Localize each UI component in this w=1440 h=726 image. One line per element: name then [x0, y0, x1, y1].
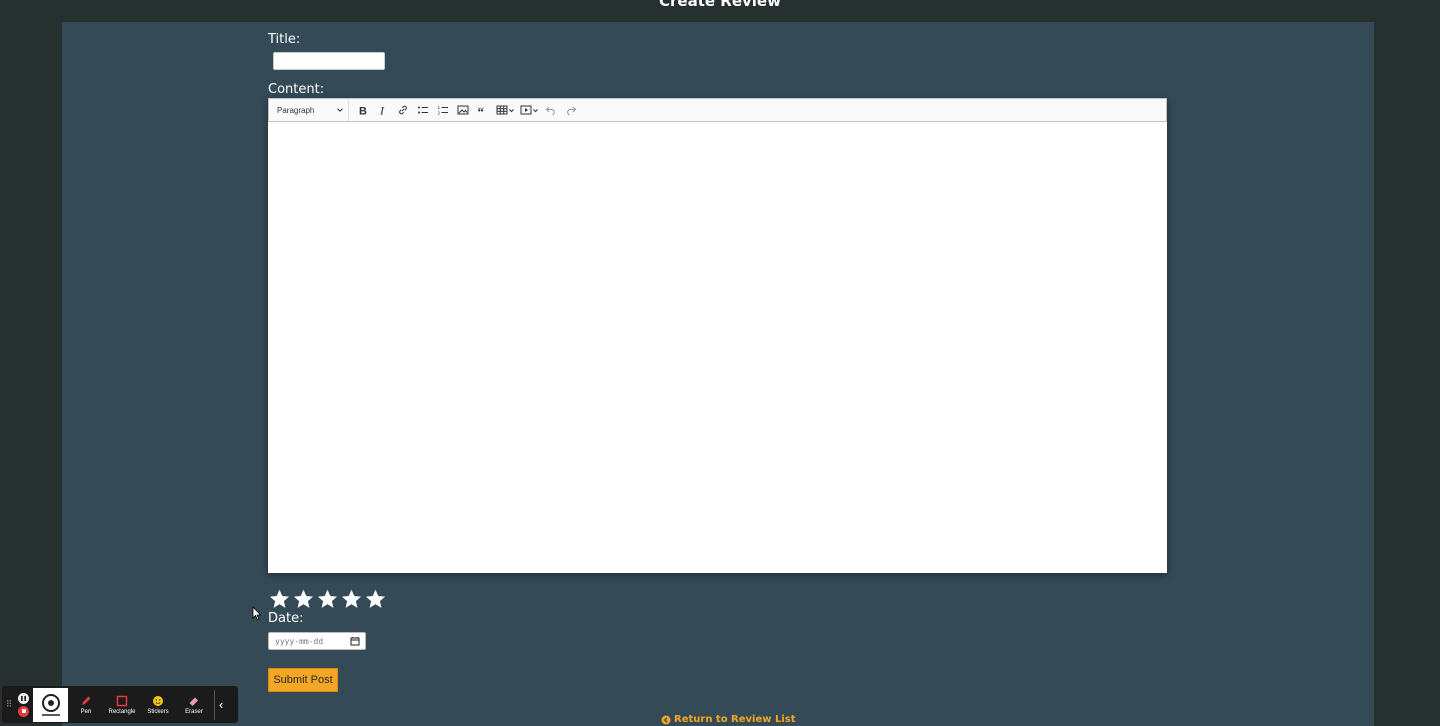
star-3[interactable] [316, 588, 339, 611]
rectangle-label: Rectangle [108, 708, 136, 715]
eraser-tool[interactable]: Eraser [176, 695, 212, 715]
heading-select[interactable]: Paragraph [269, 99, 349, 121]
redo-button[interactable] [561, 100, 581, 120]
editor-toolbar: Paragraph B I 12 “ [268, 98, 1167, 122]
stickers-label: Stickers [147, 708, 169, 715]
star-icon [269, 589, 290, 608]
blockquote-icon: “ [478, 104, 485, 116]
return-link-label: Return to Review List [674, 714, 796, 725]
media-icon [520, 105, 531, 115]
star-icon [341, 589, 362, 608]
webcam-preview-icon [41, 693, 60, 716]
sticker-icon [153, 695, 163, 706]
numbered-list-icon: 12 [438, 105, 448, 116]
pause-icon[interactable] [18, 692, 29, 704]
link-icon [399, 105, 407, 115]
chevron-down-icon [337, 108, 343, 112]
content-label: Content: [268, 82, 325, 97]
undo-icon [545, 106, 555, 116]
image-icon [457, 105, 469, 115]
undo-button[interactable] [541, 100, 561, 120]
bold-icon: B [359, 106, 367, 117]
date-input[interactable]: yyyy-mm-dd [268, 632, 366, 650]
arrow-left-circle-icon [661, 715, 671, 724]
bulleted-list-icon [418, 106, 428, 114]
calendar-icon[interactable] [350, 636, 360, 646]
star-icon [293, 589, 314, 608]
recording-controls [18, 692, 29, 717]
svg-text:1: 1 [438, 105, 441, 110]
star-1[interactable] [268, 588, 291, 611]
media-button[interactable] [517, 100, 541, 120]
star-4[interactable] [340, 588, 363, 611]
redo-icon [567, 106, 577, 116]
star-2[interactable] [292, 588, 315, 611]
pen-tool[interactable]: Pen [68, 695, 104, 715]
rectangle-icon [116, 695, 128, 706]
svg-text:“: “ [478, 104, 485, 116]
table-button[interactable] [493, 100, 517, 120]
numbered-list-button[interactable]: 12 [433, 100, 453, 120]
toolbar-divider [214, 689, 215, 720]
pen-label: Pen [80, 708, 92, 715]
drag-handle-icon[interactable]: ⠿ [4, 699, 14, 710]
italic-icon: I [379, 104, 385, 116]
star-rating [268, 588, 387, 611]
title-label: Title: [268, 32, 301, 47]
eraser-label: Eraser [185, 708, 203, 715]
submit-post-button[interactable]: Submit Post [268, 668, 338, 692]
star-icon [365, 589, 386, 608]
pen-icon [82, 696, 91, 705]
rectangle-tool[interactable]: Rectangle [104, 695, 140, 715]
bold-button[interactable]: B [353, 100, 373, 120]
stop-icon[interactable] [18, 705, 29, 717]
svg-text:I: I [379, 104, 385, 116]
blockquote-button[interactable]: “ [473, 100, 493, 120]
date-placeholder: yyyy-mm-dd [275, 636, 324, 646]
return-to-review-list-link[interactable]: Return to Review List [661, 714, 796, 725]
webcam-thumbnail[interactable] [33, 687, 68, 722]
bulleted-list-button[interactable] [413, 100, 433, 120]
svg-text:B: B [359, 106, 367, 117]
chevron-left-icon[interactable]: ‹ [219, 697, 223, 712]
editor-content-area[interactable] [268, 122, 1167, 573]
stickers-tool[interactable]: Stickers [140, 695, 176, 715]
page-title: Create Review [659, 0, 781, 10]
rich-text-editor: Paragraph B I 12 “ [268, 98, 1167, 573]
image-button[interactable] [453, 100, 473, 120]
table-icon [496, 105, 507, 115]
mouse-cursor-icon [252, 606, 262, 621]
eraser-icon [189, 697, 198, 706]
title-input[interactable] [273, 52, 385, 70]
heading-select-value: Paragraph [277, 105, 315, 115]
link-button[interactable] [393, 100, 413, 120]
chevron-down-icon [508, 108, 514, 112]
svg-text:2: 2 [438, 111, 441, 116]
star-5[interactable] [364, 588, 387, 611]
italic-button[interactable]: I [373, 100, 393, 120]
date-label: Date: [268, 611, 304, 626]
annotation-toolbar: ⠿ Pen Rectangle Stickers Eraser ‹ [2, 686, 238, 723]
chevron-down-icon [532, 108, 538, 112]
star-icon [317, 589, 338, 608]
